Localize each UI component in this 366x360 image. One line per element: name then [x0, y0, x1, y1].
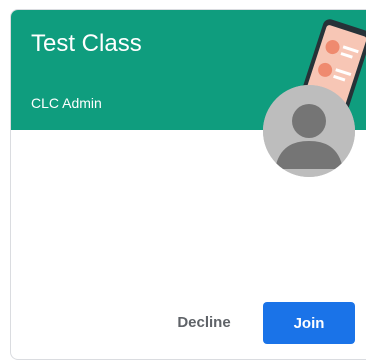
decline-button[interactable]: Decline [161, 300, 247, 344]
class-owner: CLC Admin [31, 95, 102, 111]
default-avatar-icon [263, 85, 355, 177]
class-invite-card: Test Class CLC Admin Decline Join [10, 9, 366, 360]
invite-actions: Decline Join [11, 300, 366, 344]
join-button[interactable]: Join [263, 302, 355, 344]
class-title[interactable]: Test Class [31, 30, 142, 58]
